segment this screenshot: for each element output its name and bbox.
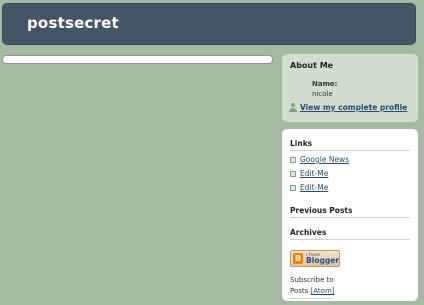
main-content-box (2, 55, 273, 64)
archives-divider (290, 239, 410, 240)
subscribe-posts-label: Posts (290, 287, 309, 295)
about-me-heading: About Me (290, 61, 334, 70)
sidebar-panel: Links Google News Edit-Me Edit-Me Previo… (282, 129, 418, 301)
atom-feed-link[interactable]: [Atom] (311, 287, 335, 295)
view-profile-link[interactable]: View my complete profile (300, 103, 407, 112)
blog-title[interactable]: postsecret (27, 14, 119, 32)
badge-text: I Power Blogger (306, 252, 339, 265)
square-bullet-icon (290, 184, 296, 191)
link-item-edit-me-2[interactable]: Edit-Me (290, 183, 328, 192)
links-divider (290, 150, 410, 151)
link-edit-me-1[interactable]: Edit-Me (300, 169, 328, 178)
blog-header: postsecret (2, 3, 416, 45)
link-item-google-news[interactable]: Google News (290, 155, 349, 164)
subscribe-block: Subscribe to Posts [Atom] (290, 275, 335, 297)
person-icon (289, 103, 297, 112)
link-edit-me-2[interactable]: Edit-Me (300, 183, 328, 192)
previous-posts-heading: Previous Posts (290, 206, 353, 215)
name-label: Name: (312, 80, 338, 88)
name-value: nicole (312, 90, 333, 98)
about-me-panel: About Me Name: nicole View my complete p… (282, 54, 418, 122)
blogger-logo-icon: B (293, 253, 304, 264)
powered-by-blogger-badge[interactable]: B I Power Blogger (290, 250, 340, 267)
subscribe-posts-row: Posts [Atom] (290, 286, 335, 297)
badge-big-text: Blogger (306, 255, 339, 265)
link-google-news[interactable]: Google News (300, 155, 349, 164)
profile-row: View my complete profile (289, 103, 407, 112)
square-bullet-icon (290, 156, 296, 163)
archives-heading: Archives (290, 228, 327, 237)
square-bullet-icon (290, 170, 296, 177)
previous-posts-divider (290, 217, 410, 218)
subscribe-label: Subscribe to (290, 276, 334, 284)
link-item-edit-me-1[interactable]: Edit-Me (290, 169, 328, 178)
subscribe-divider (290, 298, 332, 299)
links-heading: Links (290, 139, 313, 148)
